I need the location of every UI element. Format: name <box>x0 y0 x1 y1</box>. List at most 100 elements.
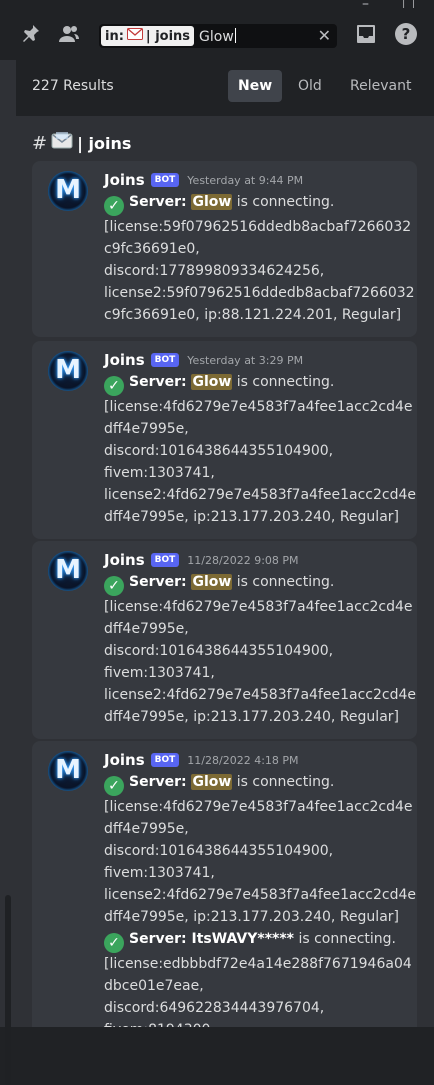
player-name: ItsWAVY***** <box>191 931 294 947</box>
pin-icon[interactable] <box>18 22 42 46</box>
message-line: discord:1016438644355104900, <box>104 443 334 459</box>
message-line: [license:4fd6279e7e4583f7a4fee1acc2cd4e <box>104 399 413 415</box>
channel-content-edge <box>0 60 16 1085</box>
avatar[interactable]: M <box>48 551 88 591</box>
search-highlight: Glow <box>191 374 233 390</box>
inbox-icon[interactable] <box>354 22 378 46</box>
envelope-icon <box>51 132 73 154</box>
server-label: Server: <box>129 931 192 947</box>
message-line: c9fc36691e0, <box>104 241 200 257</box>
envelope-icon <box>126 28 143 44</box>
message-header: Joins BOT Yesterday at 9:44 PM <box>104 169 409 191</box>
check-mark-icon: ✓ <box>104 776 124 796</box>
sort-tab-relevant[interactable]: Relevant <box>340 70 421 102</box>
timestamp: Yesterday at 9:44 PM <box>187 173 304 187</box>
scrollbar[interactable] <box>5 895 11 1085</box>
author-name[interactable]: Joins <box>104 551 145 569</box>
avatar-logo: M <box>55 555 81 585</box>
close-icon[interactable]: ✕ <box>318 26 331 45</box>
message-line: dff4e7995e, <box>104 821 189 837</box>
message-line: ✓ Server: Glow is connecting. <box>104 191 409 216</box>
message-line: fivem:8194300 <box>104 1019 409 1027</box>
search-result-message[interactable]: M Joins BOT Yesterday at 3:29 PM ✓ Server: Gl… <box>32 341 417 539</box>
search-result-message[interactable]: M Joins BOT 11/28/2022 9:08 PM ✓ Server: Glow… <box>32 541 417 739</box>
filter-prefix: in: <box>105 28 124 44</box>
sort-tab-new[interactable]: New <box>228 70 283 102</box>
message-line: fivem:1303741, <box>104 865 215 881</box>
message-line: ✓ Server: Glow is connecting. <box>104 571 409 596</box>
timestamp: Yesterday at 3:29 PM <box>187 353 304 367</box>
results-bar: 227 Results New Old Relevant <box>16 60 434 116</box>
bot-badge: BOT <box>150 173 180 187</box>
message-header: Joins BOT Yesterday at 3:29 PM <box>104 349 409 371</box>
hash-icon: # <box>32 132 48 154</box>
search-results-panel: 227 Results New Old Relevant # | joins M… <box>16 60 434 1027</box>
message-body: Joins BOT 11/28/2022 4:18 PM ✓ Server: Glow … <box>104 749 416 1027</box>
window-titlebar: – □ <box>0 0 434 12</box>
message-header: Joins BOT 11/28/2022 9:08 PM <box>104 549 409 571</box>
message-line: [license:4fd6279e7e4583f7a4fee1acc2cd4e <box>104 599 413 615</box>
search-highlight: Glow <box>191 194 233 210</box>
timestamp: 11/28/2022 4:18 PM <box>187 753 299 767</box>
message-body: Joins BOT Yesterday at 3:29 PM ✓ Server: Glo… <box>104 349 416 528</box>
result-channel-header[interactable]: # | joins <box>32 132 131 154</box>
message-line: dff4e7995e, ip:213.177.203.240, Regular] <box>104 909 399 925</box>
message-line: license2:4fd6279e7e4583f7a4fee1acc2cd4e <box>104 487 416 503</box>
message-line: [license:edbbbdf72e4a14e288f7671946a04 <box>104 956 412 972</box>
status-text: is connecting. <box>232 774 335 790</box>
message-body: Joins BOT 11/28/2022 9:08 PM ✓ Server: Glow … <box>104 549 416 728</box>
message-line: discord:1016438644355104900, <box>104 643 334 659</box>
message-line: [license:4fd6279e7e4583f7a4fee1acc2cd4e <box>104 799 413 815</box>
avatar-logo: M <box>55 175 81 205</box>
message-line: discord:1016438644355104900, <box>104 843 334 859</box>
message-line: dff4e7995e, ip:213.177.203.240, Regular] <box>104 709 399 725</box>
author-name[interactable]: Joins <box>104 751 145 769</box>
timestamp: 11/28/2022 9:08 PM <box>187 553 299 567</box>
author-name[interactable]: Joins <box>104 171 145 189</box>
message-line: dff4e7995e, <box>104 421 189 437</box>
search-input[interactable]: in: | joins Glow ✕ <box>99 24 337 48</box>
bot-badge: BOT <box>150 353 180 367</box>
message-line: discord:649622834443976704, <box>104 1000 325 1016</box>
search-highlight: Glow <box>191 774 233 790</box>
message-line: license2:4fd6279e7e4583f7a4fee1acc2cd4e <box>104 887 416 903</box>
message-line: fivem:1303741, <box>104 465 215 481</box>
check-mark-icon: ✓ <box>104 196 124 216</box>
message-line: ✓ Server: Glow is connecting. <box>104 771 409 796</box>
avatar[interactable]: M <box>48 171 88 211</box>
message-line: license2:4fd6279e7e4583f7a4fee1acc2cd4e <box>104 687 416 703</box>
author-name[interactable]: Joins <box>104 351 145 369</box>
search-query[interactable]: Glow <box>199 27 236 45</box>
members-icon[interactable] <box>57 22 81 46</box>
message-line: license2:59f07962516ddedb8acbaf7266032 <box>104 285 415 301</box>
search-highlight: Glow <box>191 574 233 590</box>
status-text: is connecting. <box>294 931 396 947</box>
filter-channel: | joins <box>145 28 191 44</box>
status-text: is connecting. <box>232 374 335 390</box>
search-result-message[interactable]: M Joins BOT 11/28/2022 4:18 PM ✓ Server: Glow… <box>32 741 417 1027</box>
status-text: is connecting. <box>232 574 335 590</box>
bot-badge: BOT <box>150 753 180 767</box>
channel-name: | joins <box>77 133 132 153</box>
server-label: Server: <box>129 194 192 210</box>
bot-badge: BOT <box>150 553 180 567</box>
message-header: Joins BOT 11/28/2022 4:18 PM <box>104 749 409 771</box>
search-result-message[interactable]: M Joins BOT Yesterday at 9:44 PM ✓ Server: Gl… <box>32 161 417 337</box>
help-icon[interactable]: ? <box>394 22 418 46</box>
server-label: Server: <box>129 774 192 790</box>
message-line: dff4e7995e, ip:213.177.203.240, Regular] <box>104 509 399 525</box>
search-filter-chip[interactable]: in: | joins <box>101 26 195 46</box>
svg-text:?: ? <box>402 25 411 43</box>
avatar[interactable]: M <box>48 751 88 791</box>
status-text: is connecting. <box>232 194 335 210</box>
message-line: dbce01e7eae, <box>104 978 204 994</box>
message-line: c9fc36691e0, ip:88.121.224.201, Regular] <box>104 307 402 323</box>
message-line: dff4e7995e, <box>104 621 189 637</box>
server-label: Server: <box>129 374 192 390</box>
message-line: [license:59f07962516ddedb8acbaf7266032 <box>104 219 412 235</box>
check-mark-icon: ✓ <box>104 376 124 396</box>
avatar[interactable]: M <box>48 351 88 391</box>
channel-header: in: | joins Glow ✕ ? <box>0 8 434 61</box>
message-line: ✓ Server: ItsWAVY***** is connecting. <box>104 928 409 953</box>
sort-tab-old[interactable]: Old <box>288 70 332 102</box>
